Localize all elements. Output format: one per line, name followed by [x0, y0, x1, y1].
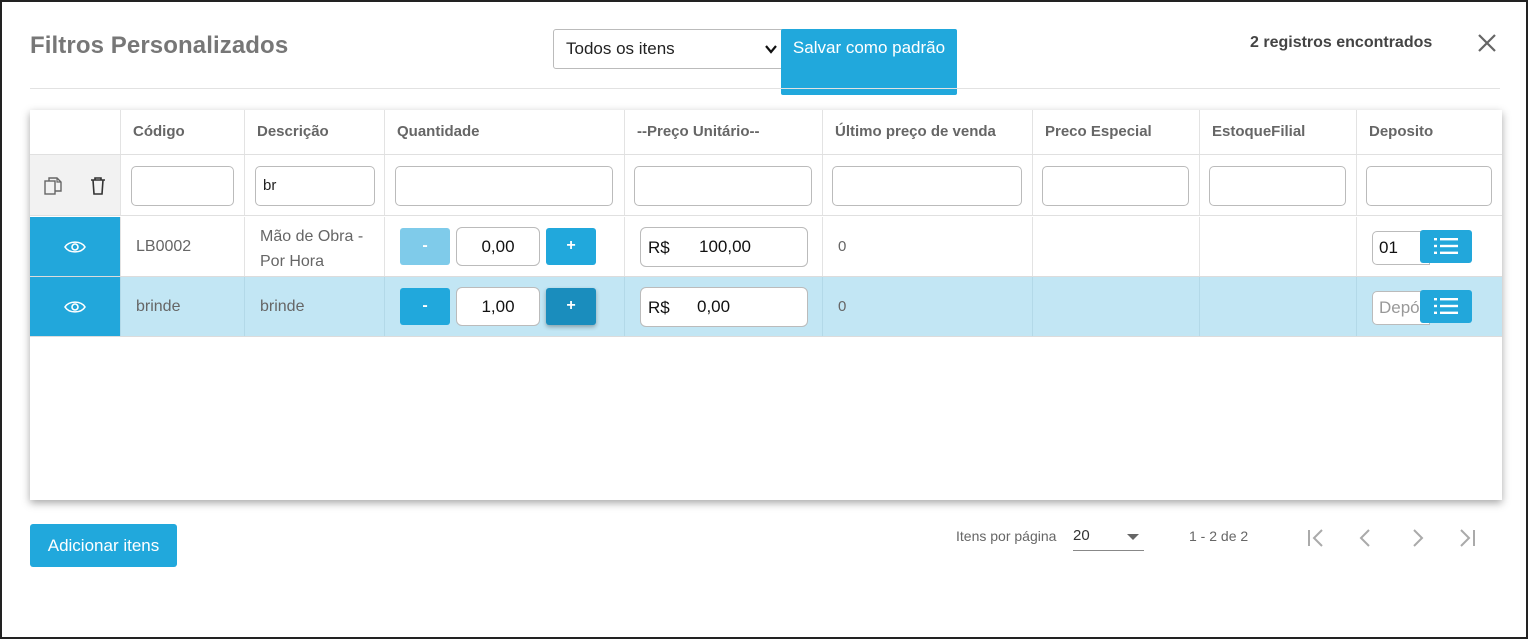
page-title: Filtros Personalizados	[30, 32, 289, 59]
copy-icon[interactable]	[42, 175, 64, 197]
filter-ultimo-preco-input[interactable]	[832, 166, 1022, 206]
header-deposito[interactable]: Deposito	[1356, 110, 1502, 154]
filter-descricao-input[interactable]: br	[255, 166, 375, 206]
items-per-page-label: Itens por página	[956, 528, 1057, 544]
filter-cell-preco	[624, 155, 822, 215]
increment-button[interactable]: +	[546, 288, 596, 325]
deposito-lookup-button[interactable]	[1420, 230, 1472, 263]
previous-page-icon[interactable]	[1354, 526, 1378, 550]
filter-cell-estoque	[1199, 155, 1356, 215]
header-codigo[interactable]: Código	[120, 110, 244, 154]
cell-descricao: Mão de Obra - Por Hora	[244, 217, 384, 276]
decrement-button[interactable]: -	[400, 288, 450, 325]
filter-preco-especial-input[interactable]	[1042, 166, 1189, 206]
cell-preco: R$ 0,00	[624, 277, 822, 336]
copy-cell[interactable]	[30, 155, 75, 215]
price-value: 100,00	[699, 237, 751, 256]
filter-estoque-input[interactable]	[1209, 166, 1346, 206]
header-descricao[interactable]: Descrição	[244, 110, 384, 154]
close-icon[interactable]	[1476, 32, 1498, 54]
filter-preco-input[interactable]	[634, 166, 812, 206]
items-per-page-select[interactable]: 20	[1073, 524, 1144, 551]
divider	[30, 88, 1500, 89]
deposito-lookup-button[interactable]	[1420, 290, 1472, 323]
table-row[interactable]: brinde brinde - 1,00 + R$ 0,00 0 Depó	[30, 277, 1502, 337]
cell-quantidade: - 1,00 +	[384, 277, 624, 336]
filter-select-value: Todos os itens	[566, 39, 675, 58]
descricao-text: Mão de Obra - Por Hora	[260, 228, 364, 270]
list-icon	[1434, 238, 1458, 254]
cell-ultimo-preco: 0	[822, 277, 1032, 336]
first-page-icon[interactable]	[1304, 526, 1328, 550]
price-input[interactable]: R$ 100,00	[640, 227, 808, 267]
filter-cell-especial	[1032, 155, 1199, 215]
view-button[interactable]	[30, 217, 120, 276]
decrement-button[interactable]: -	[400, 228, 450, 265]
cell-ultimo-preco: 0	[822, 217, 1032, 276]
cell-preco-especial	[1032, 217, 1199, 276]
cell-estoque-filial	[1199, 277, 1356, 336]
grid-header: Código Descrição Quantidade --Preço Unit…	[30, 110, 1502, 155]
items-grid: Código Descrição Quantidade --Preço Unit…	[30, 110, 1502, 500]
dropdown-arrow-icon	[1127, 534, 1139, 540]
eye-icon	[64, 241, 86, 253]
items-per-page-value: 20	[1073, 527, 1090, 544]
header-quantidade[interactable]: Quantidade	[384, 110, 624, 154]
currency-symbol: R$	[648, 298, 670, 317]
cell-codigo: brinde	[120, 277, 244, 336]
filter-select[interactable]: Todos os itens	[553, 29, 785, 69]
filter-cell-quantidade	[384, 155, 624, 215]
cell-deposito: Depósito	[1356, 277, 1502, 336]
filter-deposito-input[interactable]	[1366, 166, 1492, 206]
currency-symbol: R$	[648, 238, 670, 257]
codigo-text: LB0002	[136, 238, 192, 255]
quantity-input[interactable]: 1,00	[456, 287, 540, 326]
ultimo-preco-text: 0	[838, 298, 847, 315]
header-actions	[30, 110, 120, 154]
cell-estoque-filial	[1199, 217, 1356, 276]
save-default-button[interactable]: Salvar como padrão	[781, 29, 957, 95]
quantity-input[interactable]: 0,00	[456, 227, 540, 266]
header-estoque-filial[interactable]: EstoqueFilial	[1199, 110, 1356, 154]
cell-preco: R$ 100,00	[624, 217, 822, 276]
trash-icon[interactable]	[87, 175, 109, 197]
cell-preco-especial	[1032, 277, 1199, 336]
dialog: Filtros Personalizados Todos os itens Sa…	[0, 0, 1528, 639]
filter-cell-deposito	[1356, 155, 1502, 215]
list-icon	[1434, 298, 1458, 314]
last-page-icon[interactable]	[1455, 526, 1479, 550]
header-preco-unitario[interactable]: --Preço Unitário--	[624, 110, 822, 154]
descricao-text: brinde	[260, 298, 305, 315]
filter-quantidade-input[interactable]	[395, 166, 613, 206]
add-items-button[interactable]: Adicionar itens	[30, 524, 177, 567]
header-ultimo-preco[interactable]: Último preço de venda	[822, 110, 1032, 154]
price-value: 0,00	[697, 297, 731, 316]
cell-codigo: LB0002	[120, 217, 244, 276]
price-input[interactable]: R$ 0,00	[640, 287, 808, 327]
table-row[interactable]: LB0002 Mão de Obra - Por Hora - 0,00 + R…	[30, 217, 1502, 277]
increment-button[interactable]: +	[546, 228, 596, 265]
cell-deposito: 01	[1356, 217, 1502, 276]
filter-cell-descricao: br	[244, 155, 384, 215]
filter-codigo-input[interactable]	[131, 166, 234, 206]
records-count: 2 registros encontrados	[1250, 34, 1433, 51]
ultimo-preco-text: 0	[838, 238, 847, 255]
filter-cell-ultimo	[822, 155, 1032, 215]
next-page-icon[interactable]	[1405, 526, 1429, 550]
header-preco-especial[interactable]: Preco Especial	[1032, 110, 1199, 154]
chevron-down-icon	[765, 45, 777, 54]
cell-quantidade: - 0,00 +	[384, 217, 624, 276]
filter-row: br	[30, 155, 1502, 216]
eye-icon	[64, 301, 86, 313]
trash-cell[interactable]	[75, 155, 120, 215]
filter-cell-codigo	[120, 155, 244, 215]
page-range: 1 - 2 de 2	[1189, 528, 1249, 544]
cell-descricao: brinde	[244, 277, 384, 336]
codigo-text: brinde	[136, 298, 181, 315]
view-button[interactable]	[30, 277, 120, 336]
